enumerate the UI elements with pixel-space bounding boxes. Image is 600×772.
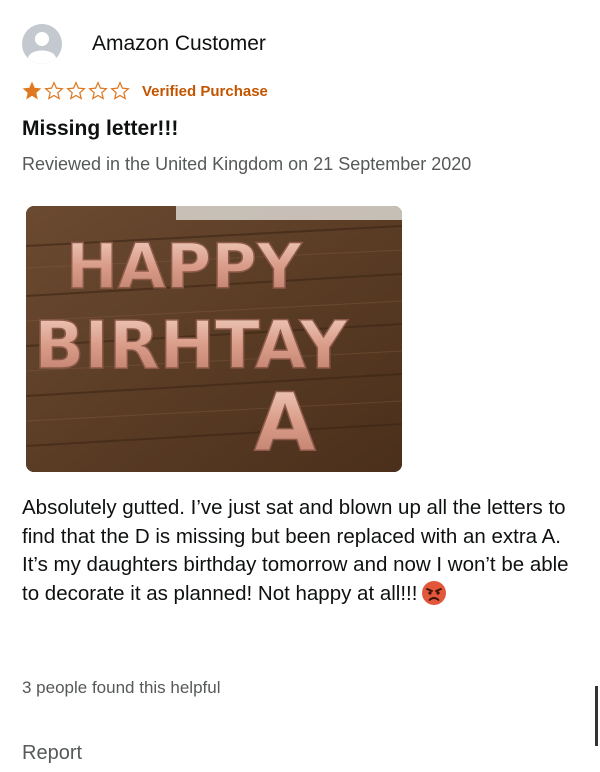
report-link[interactable]: Report [22, 742, 82, 765]
rating-row: Verified Purchase [22, 78, 268, 104]
angry-face-icon [422, 580, 447, 605]
verified-purchase-badge: Verified Purchase [142, 82, 268, 100]
star-empty-icon [66, 81, 86, 100]
avatar-icon [22, 24, 62, 64]
star-rating[interactable] [22, 81, 132, 101]
star-filled-icon [22, 81, 42, 100]
scrollbar[interactable] [595, 686, 598, 746]
review-date: Reviewed in the United Kingdom on 21 Sep… [22, 154, 472, 174]
balloon-line-1: HAPPY [66, 230, 303, 303]
star-empty-icon [44, 81, 64, 100]
reviewer-profile[interactable]: Amazon Customer [22, 24, 266, 64]
review-title[interactable]: Missing letter!!! [22, 117, 178, 141]
reviewer-name[interactable]: Amazon Customer [92, 32, 266, 56]
review-text: Absolutely gutted. I’ve just sat and blo… [22, 496, 569, 605]
review-card: Amazon Customer Verified Purchase Missin… [0, 0, 600, 772]
star-empty-icon [88, 81, 108, 100]
helpful-count: 3 people found this helpful [22, 678, 221, 697]
balloon-line-2: BIRHTAY [34, 307, 349, 384]
balloon-line-3: A [254, 376, 316, 469]
star-empty-icon [110, 81, 130, 100]
review-photo[interactable]: HAPPY BIRHTAY A [26, 206, 402, 472]
review-body: Absolutely gutted. I’ve just sat and blo… [22, 494, 582, 608]
balloon-photo-image: HAPPY BIRHTAY A [26, 206, 402, 472]
